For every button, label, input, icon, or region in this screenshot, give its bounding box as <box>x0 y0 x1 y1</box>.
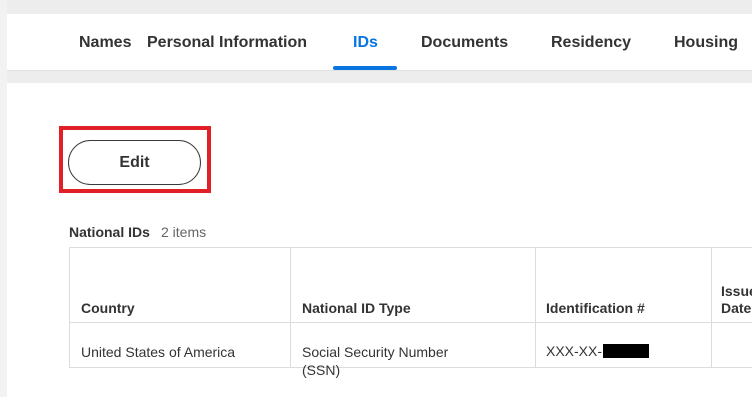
active-tab-indicator <box>333 66 397 70</box>
tab-personal-information[interactable]: Personal Information <box>147 34 307 52</box>
header-divider <box>70 322 752 323</box>
top-strip <box>0 0 752 14</box>
tab-names[interactable]: Names <box>79 34 131 52</box>
item-count: 2 items <box>161 224 207 240</box>
section-divider <box>7 71 752 83</box>
tab-documents[interactable]: Documents <box>421 34 508 52</box>
column-header-issue-date[interactable]: Issue Date <box>721 283 752 317</box>
cell-country: United States of America <box>81 344 236 360</box>
column-header-national-id-type[interactable]: National ID Type <box>302 300 411 317</box>
tab-housing[interactable]: Housing <box>674 34 738 52</box>
column-header-identification[interactable]: Identification # <box>546 300 645 317</box>
tab-residency[interactable]: Residency <box>551 34 631 52</box>
header-line: Date <box>721 300 752 316</box>
cell-line: (SSN) <box>302 362 341 378</box>
cell-identification: XXX-XX- <box>546 342 650 360</box>
tab-bar: Names Personal Information IDs Documents… <box>7 14 752 71</box>
identification-prefix: XXX-XX- <box>546 343 603 359</box>
cell-line: Social Security Number <box>302 344 449 360</box>
section-title: National IDs <box>69 224 150 240</box>
column-divider <box>290 248 291 368</box>
redaction-box <box>603 344 650 358</box>
tab-ids[interactable]: IDs <box>353 34 378 52</box>
edit-button[interactable]: Edit <box>68 140 201 185</box>
left-edge <box>0 0 7 397</box>
column-header-country[interactable]: Country <box>81 300 135 317</box>
cell-national-id-type: Social Security Number (SSN) <box>302 343 448 379</box>
national-ids-table: Country National ID Type Identification … <box>69 247 752 378</box>
column-divider <box>711 248 712 368</box>
header-line: Issue <box>721 283 752 299</box>
column-divider <box>535 248 536 368</box>
